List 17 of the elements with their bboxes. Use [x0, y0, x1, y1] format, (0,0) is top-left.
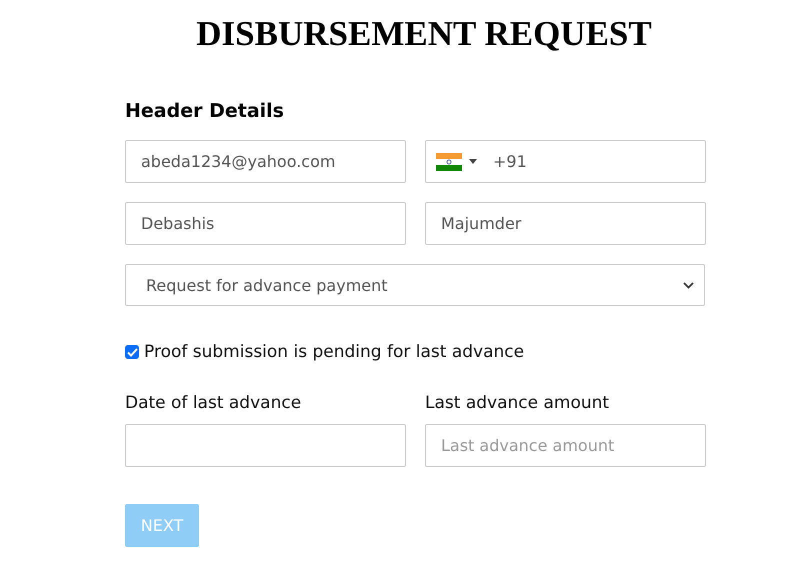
request-type-dropdown[interactable]: Request for advance payment [125, 264, 705, 306]
phone-code: +91 [493, 152, 527, 171]
checkbox[interactable] [125, 345, 139, 359]
checkbox-label: Proof submission is pending for last advance [144, 342, 524, 362]
input-field[interactable]: abeda1234@yahoo.com [125, 140, 406, 183]
caret-icon [469, 159, 477, 164]
india-flag-icon[interactable] [436, 152, 462, 170]
input-field[interactable]: Debashis [125, 202, 406, 245]
chevron-down-icon [683, 282, 694, 288]
input-field[interactable]: Last advance amount [425, 424, 706, 467]
input-field[interactable] [125, 424, 406, 467]
page-title: DISBURSEMENT REQUEST [195, 13, 653, 55]
section-heading: Header Details [125, 99, 285, 123]
phone-field[interactable]: +91 [425, 140, 706, 183]
field-label: Last advance amount [425, 393, 610, 413]
input-field[interactable]: Majumder [425, 202, 706, 245]
field-label: Date of last advance [125, 393, 302, 413]
